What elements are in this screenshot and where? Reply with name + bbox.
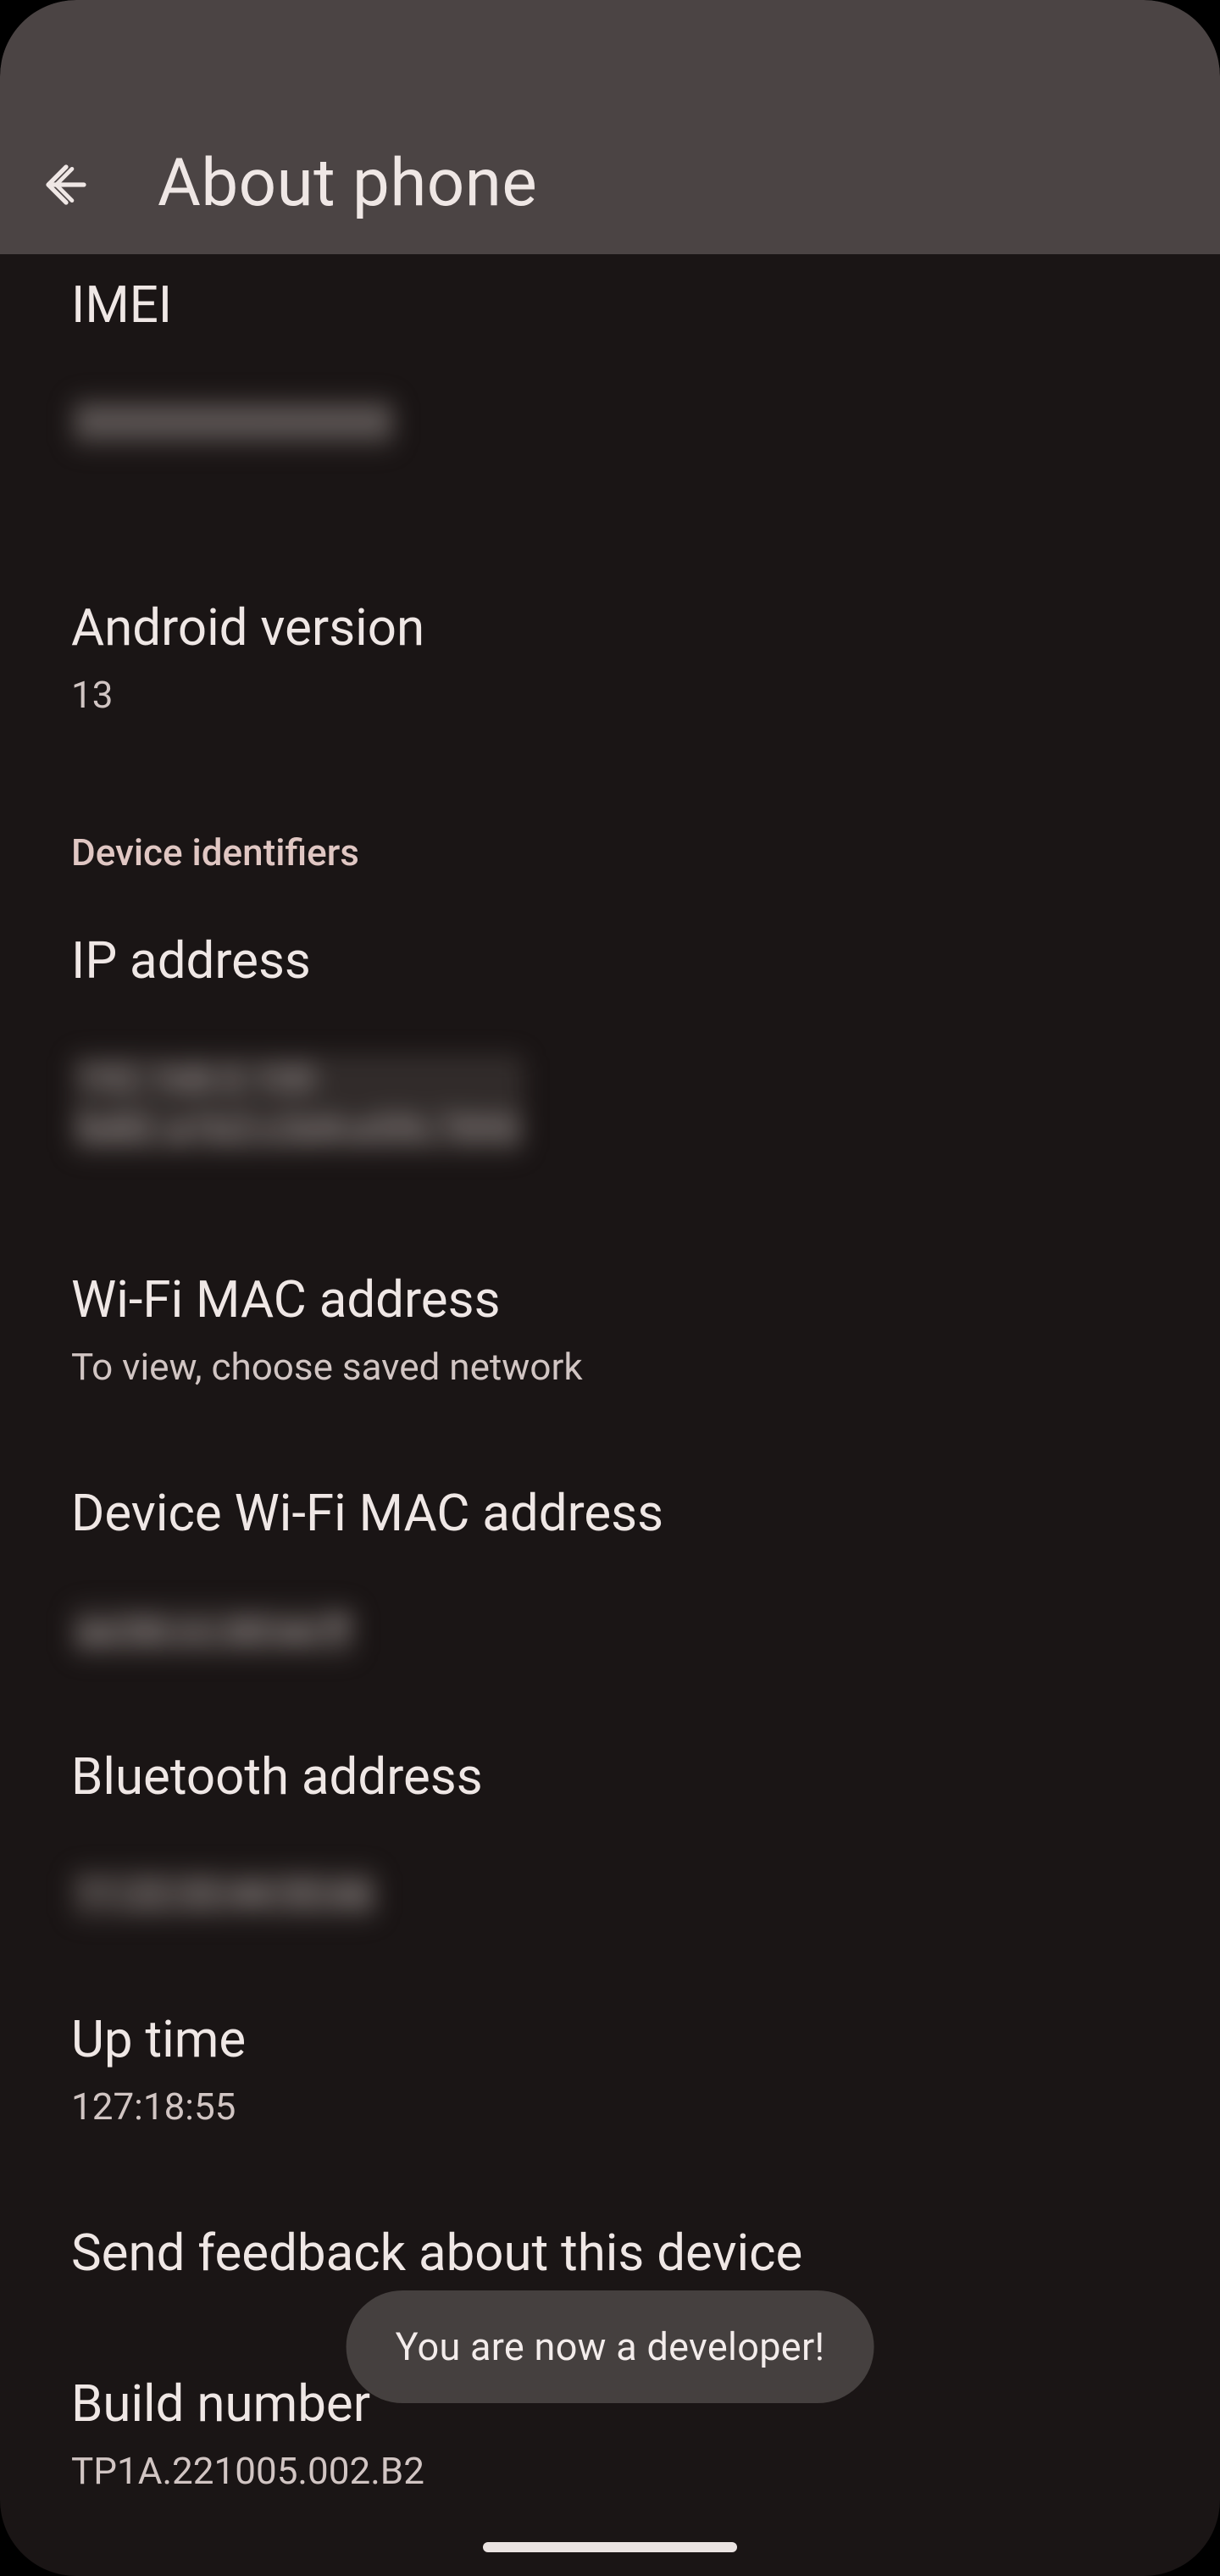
- redacted-value: 000000000000000: [71, 397, 396, 447]
- toast-text: You are now a developer!: [396, 2324, 825, 2369]
- item-uptime[interactable]: Up time 127:18:55: [71, 1962, 1149, 2174]
- item-title: Send feedback about this device: [71, 2223, 1149, 2284]
- app-bar: About phone: [0, 0, 1220, 254]
- item-value: 127:18:55: [71, 2082, 1149, 2132]
- item-imei[interactable]: IMEI 000000000000000: [71, 254, 1149, 491]
- settings-list[interactable]: IMEI 000000000000000 Android version 13 …: [0, 254, 1220, 2539]
- item-title: IP address: [71, 930, 1149, 991]
- item-value: To view, choose saved network: [71, 1342, 1149, 1392]
- item-value: 000000000000000: [71, 347, 1149, 448]
- back-button[interactable]: [25, 144, 107, 225]
- page-title: About phone: [158, 145, 537, 222]
- item-title: Wi-Fi MAC address: [71, 1269, 1149, 1330]
- item-value: TP1A.221005.002.B2: [71, 2446, 1149, 2496]
- item-ip-address[interactable]: IP address 192.168.0.100 fe80::a1b2:c3d4…: [71, 883, 1149, 1196]
- redacted-value: 192.168.0.100 fe80::a1b2:c3d4:e5f6:7890: [71, 1054, 524, 1155]
- section-header-device-identifiers: Device identifiers: [71, 763, 1149, 883]
- item-value: 13: [71, 670, 1149, 720]
- redacted-value: 11:22:33:44:55:66: [71, 1869, 378, 1919]
- item-title: Up time: [71, 2009, 1149, 2070]
- item-title: IMEI: [71, 275, 1149, 336]
- item-wifi-mac[interactable]: Wi-Fi MAC address To view, choose saved …: [71, 1222, 1149, 1435]
- item-title: Device Wi-Fi MAC address: [71, 1483, 1149, 1544]
- item-value: aa:bb:cc:dd:ee:ff: [71, 1556, 1149, 1657]
- redacted-value: aa:bb:cc:dd:ee:ff: [71, 1606, 356, 1656]
- arrow-left-icon: [42, 161, 90, 208]
- item-title: Bluetooth address: [71, 1746, 1149, 1807]
- item-android-version[interactable]: Android version 13: [71, 550, 1149, 763]
- item-value: 11:22:33:44:55:66: [71, 1819, 1149, 1920]
- item-value: 192.168.0.100 fe80::a1b2:c3d4:e5f6:7890: [71, 1003, 1149, 1154]
- gesture-nav-pill[interactable]: [483, 2542, 737, 2552]
- item-bluetooth-address[interactable]: Bluetooth address 11:22:33:44:55:66: [71, 1699, 1149, 1963]
- toast: You are now a developer!: [347, 2290, 874, 2403]
- item-title: Android version: [71, 597, 1149, 658]
- item-device-wifi-mac[interactable]: Device Wi-Fi MAC address aa:bb:cc:dd:ee:…: [71, 1435, 1149, 1699]
